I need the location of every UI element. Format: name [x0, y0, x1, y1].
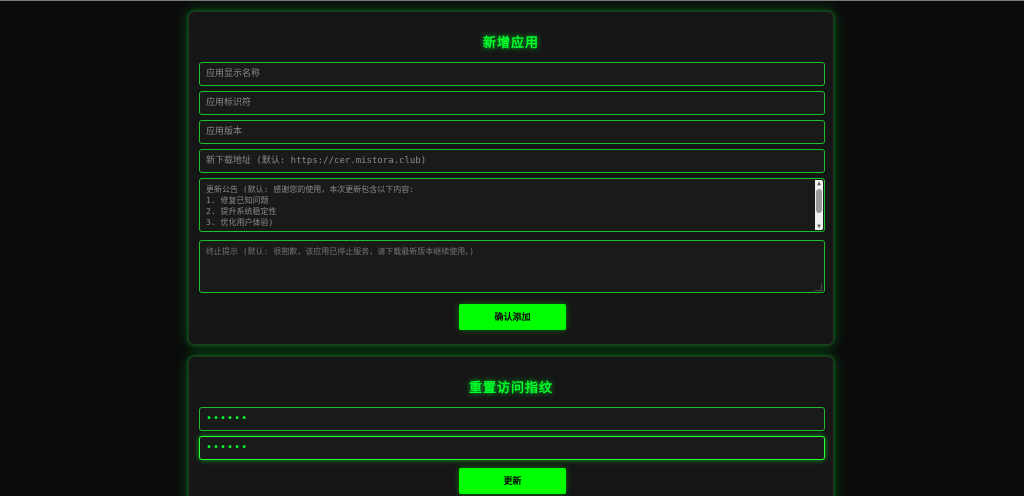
confirm-password-mask: •••••• [206, 442, 249, 453]
scroll-thumb[interactable] [816, 189, 822, 213]
update-notice-placeholder: 更新公告 (默认: 感谢您的使用，本次更新包含以下内容: 1. 修复已知问题 2… [206, 185, 415, 227]
confirm-password-input[interactable]: •••••• [199, 436, 825, 460]
scroll-up-arrow-icon[interactable]: ▲ [815, 180, 823, 187]
update-button[interactable]: 更新 [459, 468, 566, 494]
add-app-title: 新增应用 [482, 36, 539, 51]
confirm-add-button[interactable]: 确认添加 [459, 304, 566, 330]
app-version-input[interactable] [199, 120, 825, 144]
download-url-input[interactable] [199, 149, 825, 173]
add-app-card: 新增应用 更新公告 (默认: 感谢您的使用，本次更新包含以下内容: 1. 修复已… [188, 11, 834, 345]
reset-fingerprint-card: 重置访问指纹 •••••• •••••• 更新 [188, 356, 834, 496]
app-identifier-input[interactable] [199, 91, 825, 115]
reset-fingerprint-title: 重置访问指纹 [468, 381, 553, 396]
scroll-down-arrow-icon[interactable]: ▼ [815, 223, 823, 230]
terminate-notice-textarea[interactable] [199, 240, 825, 293]
update-notice-textarea[interactable]: 更新公告 (默认: 感谢您的使用，本次更新包含以下内容: 1. 修复已知问题 2… [199, 178, 825, 232]
top-divider [0, 0, 1024, 1]
update-notice-scrollbar[interactable]: ▲ ▼ [815, 180, 823, 230]
password-mask: •••••• [206, 413, 249, 424]
app-display-name-input[interactable] [199, 62, 825, 86]
resize-grip-icon[interactable] [815, 284, 822, 291]
password-input[interactable]: •••••• [199, 407, 825, 431]
